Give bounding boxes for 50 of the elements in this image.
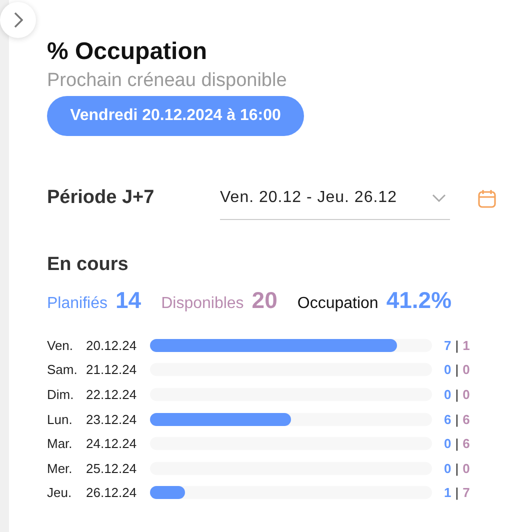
available-count: 6 <box>462 412 470 427</box>
planned-count: 0 <box>444 386 452 402</box>
date-label: 20.12.24 <box>86 338 138 353</box>
stat-label: Disponibles <box>161 295 244 313</box>
available-count: 6 <box>462 436 470 452</box>
separator: | <box>455 485 459 500</box>
date-label: 24.12.24 <box>86 436 138 452</box>
day-label: Mer. <box>47 460 74 476</box>
stat-value: 14 <box>115 287 142 314</box>
period-dropdown[interactable]: Ven. 20.12 - Jeu. 26.12 <box>220 176 450 220</box>
planned-count: 1 <box>444 485 452 500</box>
collapse-button[interactable] <box>0 2 36 38</box>
day-label: Lun. <box>47 412 74 427</box>
planned-count: 0 <box>444 460 452 476</box>
stat-value: 20 <box>252 287 278 314</box>
separator: | <box>455 338 459 353</box>
day-label: Dim. <box>47 386 75 402</box>
day-label: Sam. <box>47 362 78 378</box>
period-label: Période J+7 <box>47 187 156 209</box>
panel-title: % Occupation <box>47 37 208 66</box>
chevron-right-icon <box>13 12 23 28</box>
day-label: Ven. <box>47 338 74 353</box>
available-count: 0 <box>462 460 470 476</box>
calendar-icon[interactable] <box>478 188 496 208</box>
planned-count: 0 <box>444 436 452 452</box>
available-count: 7 <box>462 485 470 500</box>
stat-label: Occupation <box>297 295 378 313</box>
date-label: 21.12.24 <box>86 362 138 378</box>
separator: | <box>455 460 459 476</box>
separator: | <box>455 436 459 452</box>
date-label: 25.12.24 <box>86 460 138 476</box>
separator: | <box>455 412 459 427</box>
day-label: Jeu. <box>47 485 73 500</box>
separator: | <box>455 362 459 378</box>
planned-count: 7 <box>444 338 452 353</box>
available-count: 0 <box>462 362 470 378</box>
planned-count: 6 <box>444 412 452 427</box>
separator: | <box>455 386 459 402</box>
subtitle: Prochain créneau disponible <box>47 69 288 93</box>
planned-count: 0 <box>444 362 452 378</box>
stat-value: 41.2% <box>386 287 452 314</box>
date-label: 26.12.24 <box>86 485 138 500</box>
chevron-down-icon <box>432 194 446 202</box>
day-label: Mar. <box>47 436 74 452</box>
section-title: En cours <box>47 253 130 277</box>
available-count: 0 <box>462 386 470 402</box>
date-label: 22.12.24 <box>86 386 138 402</box>
stat-label: Planifiés <box>47 295 108 313</box>
date-label: 23.12.24 <box>86 412 138 427</box>
available-count: 1 <box>462 338 470 353</box>
